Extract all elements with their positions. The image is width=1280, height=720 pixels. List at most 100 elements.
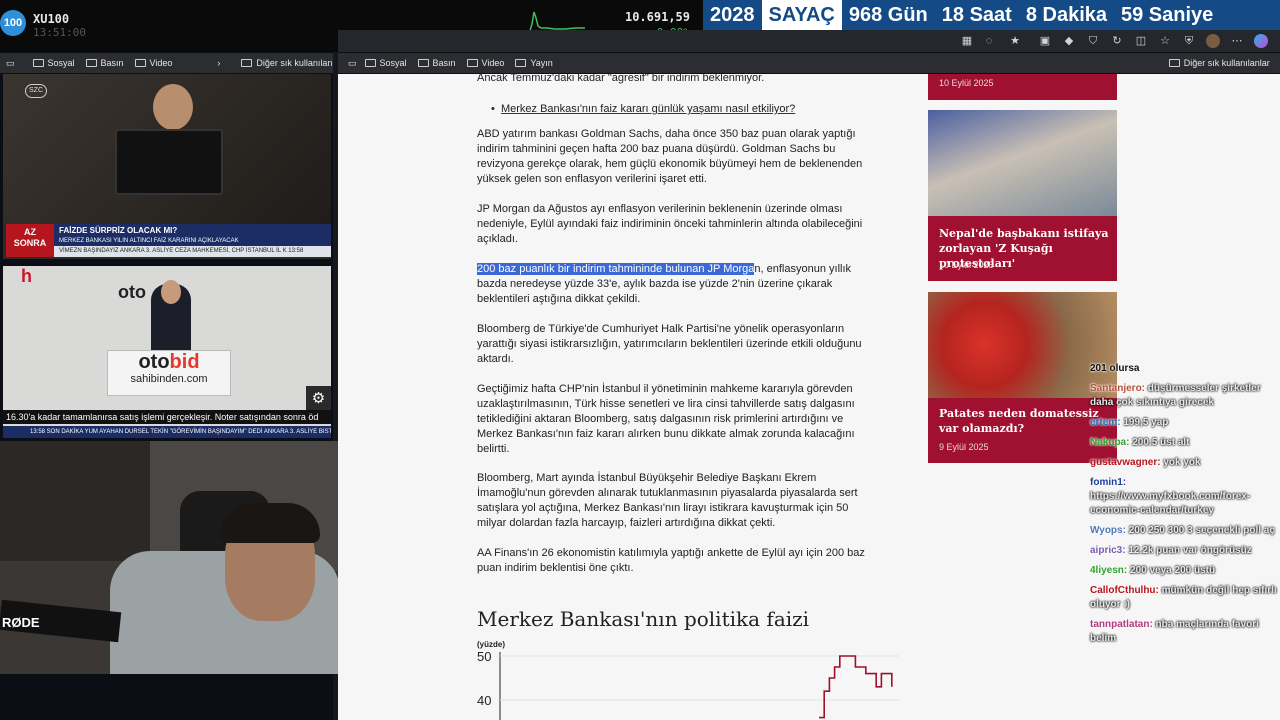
more-icon[interactable]: ⋯ <box>1230 34 1244 48</box>
bookmark-folder[interactable]: Yayın <box>515 58 553 68</box>
countdown-seconds: 59 Saniye <box>1121 3 1214 26</box>
countdown-hours: 18 Saat <box>941 3 1012 26</box>
chat-text: https://www.myfxbook.com/forex-economic-… <box>1090 491 1251 516</box>
bookmarks-menu-icon[interactable]: ▭ <box>6 58 15 69</box>
streamer-hair <box>220 503 320 543</box>
copilot-icon[interactable] <box>1254 34 1268 48</box>
y-tick-label: 40 <box>477 693 492 708</box>
folder-icon <box>466 59 478 67</box>
news-card[interactable]: 10 Eylül 2025 <box>928 74 1117 100</box>
series-line <box>819 655 893 719</box>
extension-icon[interactable]: ▣ <box>1038 34 1052 48</box>
bookmarks-bar-left: ▭ Sosyal Basın Video › Diğer sık kullanı… <box>0 53 342 73</box>
chat-username[interactable]: Santanjero: <box>1090 383 1145 394</box>
related-link[interactable]: Merkez Bankası'nın faiz kararı günlük ya… <box>501 103 795 115</box>
countdown-days: 968 Gün <box>848 3 928 26</box>
channel-logo: SZC <box>25 84 47 98</box>
ticker-symbol: XU100 <box>33 12 70 26</box>
chat-username[interactable]: CallofCthulhu: <box>1090 585 1159 596</box>
countdown-label: SAYAÇ <box>761 0 842 30</box>
chat-message: Wyops: 200 250 300 3 seçenekli poll aç <box>1090 524 1280 538</box>
gear-icon[interactable]: ⚙ <box>306 386 331 411</box>
bookmark-folder[interactable]: Sosyal <box>364 58 407 68</box>
paragraph: Geçtiğimiz hafta CHP'nin İstanbul il yön… <box>477 383 855 455</box>
folder-icon <box>85 59 97 67</box>
chat-username[interactable]: gustavwagner: <box>1090 457 1161 468</box>
ticker-price: 10.691,59 <box>624 10 690 24</box>
chat-username[interactable]: 4liyesn: <box>1090 565 1127 576</box>
lower-third: FAİZDE SÜRPRİZ OLACAK MI? MERKEZ BANKASI … <box>54 224 331 246</box>
news-video-player[interactable]: SZC AZ SONRA FAİZDE SÜRPRİZ OLACAK MI? MER… <box>3 74 331 259</box>
chat-username[interactable]: Nakupa: <box>1090 437 1129 448</box>
text-selection[interactable]: 200 baz puanlık bir indirim tahmininde b… <box>477 263 755 275</box>
chat-text: 200 veya 200 üstü <box>1127 565 1216 576</box>
article-fragment: Ancak Temmuz'daki kadar "agresif" bir in… <box>477 72 765 84</box>
bookmark-folder[interactable]: Sosyal <box>32 58 75 68</box>
chat-text: yok yok <box>1160 457 1201 468</box>
video-person <box>153 84 193 130</box>
channel-logo: h <box>21 266 32 286</box>
security-icon[interactable]: ⛨ <box>1182 34 1196 48</box>
chat-username[interactable]: fomin1: <box>1090 477 1126 488</box>
bookmark-folder[interactable]: Basın <box>417 58 456 68</box>
folder-icon <box>515 59 527 67</box>
countdown-minutes: 8 Dakika <box>1025 3 1107 26</box>
chart-heading: Merkez Bankası'nın politika faizi <box>477 607 810 631</box>
bookmark-folder[interactable]: Basın <box>85 58 124 68</box>
news-card[interactable]: Nepal'de başbakanı istifaya zorlayan 'Z … <box>928 110 1117 281</box>
news-crawl: 13:58 SON DAKİKA YUM AYAHAN DURSEL TEKİN… <box>3 426 331 438</box>
y-tick-label: 50 <box>477 649 492 664</box>
ad-video-player[interactable]: h oto otobid sahibinden.com ⚙ 16.30'a ka… <box>3 266 331 438</box>
folder-icon <box>364 59 376 67</box>
chat-text: 199,5 yap <box>1120 417 1169 428</box>
paragraph: 200 baz puanlık bir indirim tahmininde b… <box>477 263 852 305</box>
webcam-feed: RØDE <box>0 441 382 674</box>
card-title: Patates neden domatessiz var olamazdı? <box>939 407 1099 435</box>
chat-text: 200 250 300 3 seçenekli poll aç <box>1125 525 1275 536</box>
chart-series <box>819 655 893 719</box>
shield-icon[interactable]: ⛉ <box>1086 34 1100 48</box>
refresh-icon[interactable]: ↻ <box>1110 34 1124 48</box>
bookmarks-menu-icon[interactable]: ▭ <box>348 58 357 69</box>
subtitle: 16.30'a kadar tamamlanırsa satış işlemi … <box>3 410 331 424</box>
chat-username[interactable]: Wyops: <box>1090 525 1126 536</box>
paragraph: ABD yatırım bankası Goldman Sachs, daha … <box>477 128 863 185</box>
chat-message: fomin1: https://www.myfxbook.com/forex-e… <box>1090 476 1280 518</box>
countdown-year: 2028 <box>710 3 755 26</box>
favorite-star-icon[interactable]: ★ <box>1008 34 1022 48</box>
chat-username[interactable]: tannpatlatan: <box>1090 619 1153 630</box>
backdrop-brand: oto <box>118 282 146 302</box>
bookmark-folder[interactable]: Video <box>466 58 504 68</box>
chat-message: gustavwagner: yok yok <box>1090 456 1280 470</box>
split-screen-icon[interactable]: ◫ <box>1134 34 1148 48</box>
laptop-screen <box>115 129 223 195</box>
news-card[interactable]: Patates neden domatessiz var olamazdı? 9… <box>928 292 1117 463</box>
presenter-head <box>161 280 181 304</box>
policy-rate-chart <box>499 652 899 720</box>
other-bookmarks[interactable]: Diğer sık kullanılanlar <box>1168 58 1270 68</box>
chat-username[interactable]: 201 olursa <box>1090 363 1139 374</box>
bookmark-folder[interactable]: Video <box>134 58 172 68</box>
paragraph: AA Finans'ın 26 ekonomistin katılımıyla … <box>477 547 865 574</box>
az-sonra-badge: AZ SONRA <box>6 224 54 257</box>
paragraph: JP Morgan da Ağustos ayı enflasyon veril… <box>477 203 863 245</box>
other-bookmarks[interactable]: Diğer sık kullanılanlar <box>241 58 342 68</box>
chat-message: Santanjero: düşürmesseler şirketler daha… <box>1090 382 1280 410</box>
mic-brand: RØDE <box>2 615 40 630</box>
reader-icon[interactable]: ◌ <box>982 34 996 48</box>
card-date: 10 Eylül 2025 <box>939 78 994 88</box>
chat-username[interactable]: aipric3: <box>1090 545 1126 556</box>
folder-icon <box>417 59 429 67</box>
collections-icon[interactable]: ☆ <box>1158 34 1172 48</box>
profile-avatar[interactable] <box>1206 34 1220 48</box>
chat-message: 4liyesn: 200 veya 200 üstü <box>1090 564 1280 578</box>
extension-icon[interactable]: ◆ <box>1062 34 1076 48</box>
chat-message: ertem: 199,5 yap <box>1090 416 1280 430</box>
grid-icon[interactable]: ▦ <box>960 34 974 48</box>
folder-icon <box>134 59 146 67</box>
chat-message: CallofCthulhu: mümkün değil hep sıfırlı … <box>1090 584 1280 612</box>
chat-message: tannpatlatan: nba maçlarında favori beli… <box>1090 618 1280 646</box>
chat-text: 200.5 üst alt <box>1129 437 1190 448</box>
chevron-right-icon[interactable]: › <box>217 58 220 68</box>
chat-username[interactable]: ertem: <box>1090 417 1121 428</box>
